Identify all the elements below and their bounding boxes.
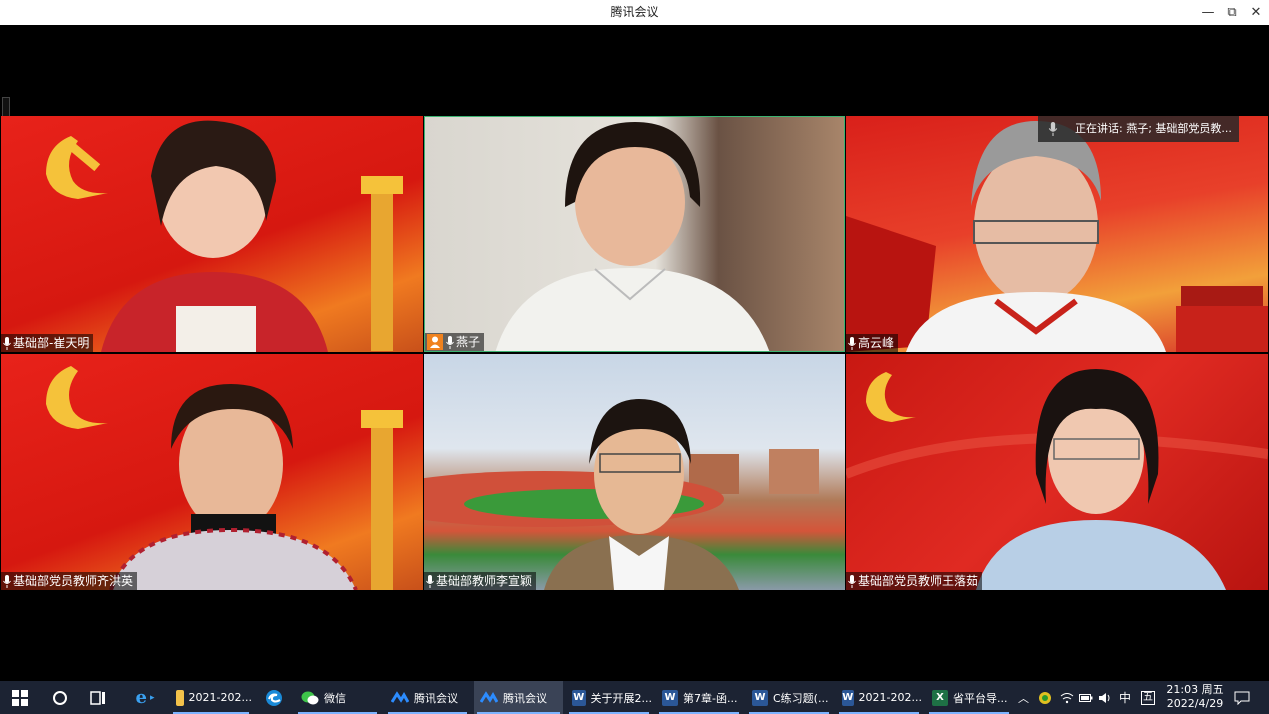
participant-name: 基础部党员教师齐洪英	[13, 574, 134, 588]
taskbar-item-label: 2021-202...	[858, 691, 922, 704]
battery-icon	[1079, 693, 1093, 702]
participant-name-bar: 燕子	[425, 333, 485, 351]
taskbar: e ▸ 2021-202... 微信 腾讯会议 腾讯会议 W 关于开展2... …	[0, 681, 1269, 714]
participant-video	[46, 366, 403, 590]
title-bar: 腾讯会议 — ⧉ ✕	[0, 0, 1269, 25]
clock[interactable]: 21:03 周五 2022/4/29	[1160, 683, 1230, 711]
taskbar-item-label: C练习题(...	[773, 691, 829, 705]
participant-name-bar: 基础部党员教师王落茹	[846, 572, 983, 590]
taskbar-item-tencent-meeting-active[interactable]: 腾讯会议	[474, 681, 563, 714]
notifications-button[interactable]	[1234, 681, 1250, 714]
taskbar-item-word-2[interactable]: W 第7章-函...	[656, 681, 742, 714]
ime-mode-button[interactable]: 五	[1141, 681, 1155, 714]
window-title: 腾讯会议	[610, 5, 659, 19]
windows-icon	[12, 689, 28, 706]
microphone-icon	[3, 574, 11, 588]
ime-mode-label: 五	[1141, 690, 1155, 705]
taskbar-item-label: 腾讯会议	[503, 691, 547, 705]
battery-button[interactable]	[1079, 681, 1093, 714]
word-icon: W	[752, 689, 768, 706]
taskbar-item-edge[interactable]	[262, 681, 286, 714]
speaking-indicator: 正在讲话: 燕子; 基础部党员教...	[1038, 116, 1239, 142]
participant-video	[846, 121, 1268, 352]
network-button[interactable]	[1060, 681, 1074, 714]
folder-icon	[176, 689, 184, 706]
taskbar-item-word-3[interactable]: W C练习题(...	[746, 681, 832, 714]
taskbar-item-excel[interactable]: X 省平台导...	[926, 681, 1012, 714]
participant-name: 燕子	[456, 335, 481, 349]
taskbar-item-label: 省平台导...	[953, 691, 1008, 705]
word-icon: W	[662, 689, 678, 706]
tencent-meeting-icon	[480, 690, 498, 703]
microphone-icon	[1048, 122, 1058, 136]
edge-icon	[266, 689, 282, 706]
ie-button[interactable]: e ▸	[128, 681, 162, 714]
ime-label: 中	[1119, 691, 1132, 705]
restore-button[interactable]: ⧉	[1220, 0, 1244, 25]
speaker-icon	[1099, 692, 1110, 703]
wifi-icon	[1060, 692, 1074, 703]
task-view-icon	[90, 690, 105, 705]
participant-name-bar: 基础部教师李宣颖	[424, 572, 537, 590]
internet-explorer-icon: e	[135, 687, 147, 708]
taskbar-item-word-1[interactable]: W 关于开展2...	[566, 681, 652, 714]
task-view-button[interactable]	[86, 681, 110, 714]
taskbar-item-label: 2021-202...	[188, 691, 252, 704]
clock-date: 2022/4/29	[1166, 697, 1224, 710]
tray-app-icon	[1039, 691, 1051, 704]
video-tile-6[interactable]: 基础部党员教师王落茹	[846, 354, 1268, 590]
video-tile-4[interactable]: 基础部党员教师齐洪英	[1, 354, 423, 590]
taskbar-item-folder[interactable]: 2021-202...	[170, 681, 252, 714]
video-tile-3[interactable]: 高云峰	[846, 116, 1268, 352]
start-button[interactable]	[8, 681, 32, 714]
tray-app-icon[interactable]	[1038, 681, 1052, 714]
speaking-text: 正在讲话: 燕子; 基础部党员教...	[1075, 122, 1232, 135]
participant-name: 基础部党员教师王落茹	[858, 574, 979, 588]
search-button[interactable]	[48, 681, 72, 714]
tray-chevron[interactable]: ︿	[1018, 681, 1029, 714]
minimize-button[interactable]: —	[1196, 0, 1220, 25]
tencent-meeting-icon	[391, 690, 409, 703]
microphone-icon	[3, 336, 11, 350]
notification-icon	[1234, 691, 1250, 705]
close-button[interactable]: ✕	[1244, 0, 1268, 25]
chevron-right-icon: ▸	[149, 692, 155, 703]
microphone-icon	[848, 574, 856, 588]
participant-video	[846, 369, 1268, 590]
microphone-icon	[848, 336, 856, 350]
participant-name-bar: 基础部党员教师齐洪英	[1, 572, 138, 590]
clock-time: 21:03 周五	[1166, 683, 1224, 696]
participant-video	[424, 399, 819, 590]
taskbar-item-label: 微信	[324, 691, 346, 705]
search-circle-icon	[53, 690, 67, 705]
party-emblem-icon	[46, 120, 403, 352]
participant-name-bar: 高云峰	[846, 334, 899, 352]
word-icon: W	[572, 689, 586, 706]
video-tile-2[interactable]: 燕子	[424, 116, 845, 352]
participant-video	[495, 122, 770, 351]
microphone-icon	[426, 574, 434, 588]
ime-button[interactable]: 中	[1119, 681, 1131, 714]
participant-name: 高云峰	[858, 336, 895, 350]
participant-name: 基础部-崔天明	[13, 336, 90, 350]
participant-name: 基础部教师李宣颖	[436, 574, 533, 588]
taskbar-item-label: 第7章-函...	[683, 691, 738, 705]
volume-button[interactable]	[1098, 681, 1112, 714]
taskbar-item-tencent-meeting[interactable]: 腾讯会议	[385, 681, 470, 714]
taskbar-item-label: 关于开展2...	[590, 691, 653, 705]
word-icon: W	[842, 689, 854, 706]
excel-icon: X	[932, 689, 948, 706]
taskbar-item-label: 腾讯会议	[414, 691, 458, 705]
taskbar-item-word-4[interactable]: W 2021-202...	[836, 681, 922, 714]
chevron-up-icon: ︿	[1018, 691, 1029, 705]
wechat-icon	[301, 691, 319, 704]
microphone-icon	[446, 335, 454, 349]
video-tile-5[interactable]: 基础部教师李宣颖	[424, 354, 845, 590]
video-tile-1[interactable]: 基础部-崔天明	[1, 116, 423, 352]
host-icon	[427, 334, 443, 350]
taskbar-item-wechat[interactable]: 微信	[295, 681, 380, 714]
participant-name-bar: 基础部-崔天明	[1, 334, 94, 352]
